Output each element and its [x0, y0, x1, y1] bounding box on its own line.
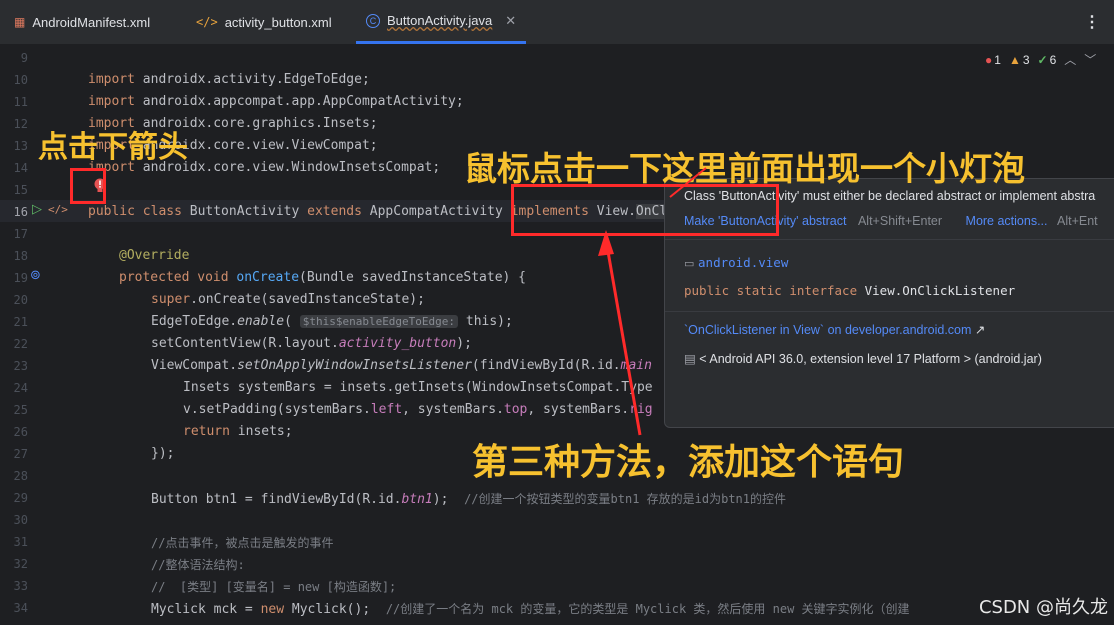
arrowhead	[598, 230, 614, 256]
annotation-arrows	[598, 167, 707, 436]
watermark: CSDN @尚久龙	[978, 597, 1108, 618]
arrow-line	[604, 239, 642, 436]
pointer-line	[669, 167, 707, 198]
